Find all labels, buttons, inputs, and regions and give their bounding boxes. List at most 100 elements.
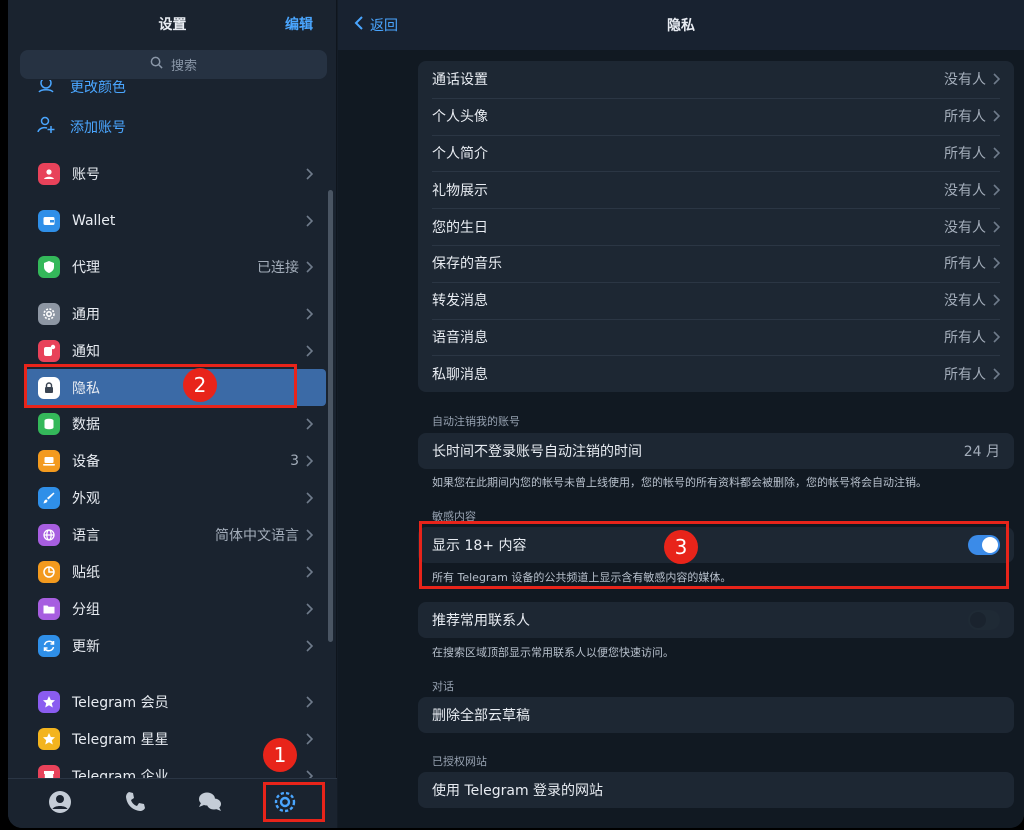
suggest-contacts-row[interactable]: 推荐常用联系人 <box>418 602 1014 638</box>
sidebar-item-label: 设备 <box>72 453 100 470</box>
row-value: 24 月 <box>963 444 1000 460</box>
tab-calls[interactable] <box>115 784 155 824</box>
privacy-header: 返回 隐私 <box>338 0 1024 50</box>
privacy-row-birthday[interactable]: 您的生日 没有人 <box>418 208 1014 245</box>
page-title: 隐私 <box>667 18 695 34</box>
chevron-right-icon <box>305 417 313 430</box>
annotation-box-2 <box>24 364 297 408</box>
row-value: 所有人 <box>944 329 986 346</box>
privacy-row-calls[interactable]: 通话设置 没有人 <box>418 61 1014 98</box>
sidebar-item-label: 外观 <box>72 490 100 507</box>
chevron-right-icon <box>305 454 313 467</box>
sidebar-item-proxy[interactable]: 代理 已连接 <box>24 248 325 285</box>
chevron-right-icon <box>305 528 313 541</box>
chat-bubbles-icon <box>197 789 223 819</box>
sidebar-header: 设置 编辑 <box>8 0 337 48</box>
sidebar-item-general[interactable]: 通用 <box>24 295 325 332</box>
tab-chats[interactable] <box>190 784 230 824</box>
sidebar-item-folders[interactable]: 分组 <box>24 590 325 627</box>
database-icon <box>38 412 60 435</box>
chevron-right-icon <box>305 602 313 615</box>
chevron-right-icon <box>305 769 313 778</box>
contacts-note: 在搜索区域顶部显示常用联系人以便您快速访问。 <box>432 646 674 659</box>
chevron-right-icon <box>992 294 1000 306</box>
sidebar-item-account[interactable]: 账号 <box>24 155 325 192</box>
account-icon <box>38 162 60 185</box>
chevron-right-icon <box>305 214 313 227</box>
palette-icon <box>36 80 56 99</box>
row-value: 没有人 <box>944 72 986 89</box>
annotation-box-1 <box>263 782 325 822</box>
folder-icon <box>38 597 60 620</box>
suggest-contacts-toggle[interactable] <box>968 610 1000 630</box>
privacy-row-avatar[interactable]: 个人头像 所有人 <box>418 97 1014 135</box>
brush-icon <box>38 486 60 509</box>
privacy-row-music[interactable]: 保存的音乐 所有人 <box>418 244 1014 282</box>
chevron-right-icon <box>305 167 313 180</box>
sidebar-item-label: 贴纸 <box>72 564 100 581</box>
sidebar-item-label: 代理 <box>72 259 100 276</box>
chevron-right-icon <box>992 184 1000 196</box>
sidebar-item-updates[interactable]: 更新 <box>24 627 325 664</box>
annotation-box-3 <box>419 521 1009 589</box>
change-color-button[interactable]: 更改颜色 <box>36 80 126 102</box>
delete-drafts-row[interactable]: 删除全部云草稿 <box>418 697 1014 733</box>
chevron-right-icon <box>992 221 1000 233</box>
person-icon <box>47 789 73 819</box>
add-account-label: 添加账号 <box>70 120 126 136</box>
sidebar-item-language[interactable]: 语言 简体中文语言 <box>24 516 325 553</box>
shield-icon <box>38 255 60 278</box>
row-label: 保存的音乐 <box>432 256 502 273</box>
row-label: 删除全部云草稿 <box>432 708 530 724</box>
toggle-knob <box>970 612 986 628</box>
gear-icon <box>38 302 60 325</box>
auto-delete-row[interactable]: 长时间不登录账号自动注销的时间 24 月 <box>418 433 1014 469</box>
privacy-panel: 返回 隐私 通话设置 没有人 个人头像 所有人 个人简介 所有人 礼物展示 没有人 您的… <box>338 0 1024 828</box>
search-bar[interactable]: 搜索 <box>20 50 327 79</box>
add-account-button[interactable]: 添加账号 <box>36 112 126 142</box>
phone-icon <box>122 789 148 819</box>
chevron-right-icon <box>992 73 1000 85</box>
row-label: 转发消息 <box>432 293 488 310</box>
privacy-row-forwards[interactable]: 转发消息 没有人 <box>418 281 1014 319</box>
settings-list[interactable]: 更改颜色 添加账号 账号 Wallet 代理 已连接 通用 通知 隐私 数据 设… <box>8 80 337 778</box>
sidebar-item-stickers[interactable]: 贴纸 <box>24 553 325 590</box>
refresh-icon <box>38 634 60 657</box>
row-label: 礼物展示 <box>432 182 488 199</box>
sidebar-item-premium[interactable]: Telegram 会员 <box>24 683 325 720</box>
annotation-badge-3: 3 <box>664 530 698 564</box>
sidebar-item-label: Telegram 会员 <box>72 694 169 711</box>
sidebar-item-label: 更新 <box>72 638 100 655</box>
privacy-settings-card: 通话设置 没有人 个人头像 所有人 个人简介 所有人 礼物展示 没有人 您的生日 没有人 … <box>418 61 1014 392</box>
settings-sidebar: 设置 编辑 搜索 更改颜色 添加账号 账号 Wallet 代理 已连接 通用 通… <box>8 0 337 828</box>
contacts-card: 推荐常用联系人 <box>418 602 1014 638</box>
privacy-row-gifts[interactable]: 礼物展示 没有人 <box>418 171 1014 208</box>
add-user-icon <box>36 115 56 139</box>
chevron-right-icon <box>992 257 1000 269</box>
row-label: 推荐常用联系人 <box>432 613 530 629</box>
privacy-row-voice[interactable]: 语音消息 所有人 <box>418 318 1014 356</box>
sticker-icon <box>38 560 60 583</box>
annotation-badge-1: 1 <box>263 738 297 772</box>
sidebar-item-devices[interactable]: 设备 3 <box>24 442 325 479</box>
logged-in-websites-row[interactable]: 使用 Telegram 登录的网站 <box>418 772 1014 808</box>
tab-contacts[interactable] <box>40 784 80 824</box>
sidebar-item-appearance[interactable]: 外观 <box>24 479 325 516</box>
sidebar-item-wallet[interactable]: Wallet <box>24 202 325 239</box>
globe-icon <box>38 523 60 546</box>
sidebar-item-label: 通知 <box>72 343 100 360</box>
row-value: 没有人 <box>944 219 986 236</box>
privacy-row-messages[interactable]: 私聊消息 所有人 <box>418 355 1014 392</box>
sidebar-item-data[interactable]: 数据 <box>24 405 325 442</box>
sidebar-scrollbar[interactable] <box>328 190 333 642</box>
laptop-icon <box>38 449 60 472</box>
row-value: 所有人 <box>944 256 986 273</box>
privacy-row-bio[interactable]: 个人简介 所有人 <box>418 134 1014 172</box>
chevron-right-icon <box>305 565 313 578</box>
change-color-label: 更改颜色 <box>70 80 126 96</box>
auto-delete-note: 如果您在此期间内您的帐号未曾上线使用，您的帐号的所有资料都会被删除，您的帐号将会… <box>432 476 927 489</box>
annotation-badge-2: 2 <box>183 368 217 402</box>
star-icon <box>38 690 60 713</box>
chevron-right-icon <box>305 344 313 357</box>
edit-button[interactable]: 编辑 <box>285 14 313 34</box>
